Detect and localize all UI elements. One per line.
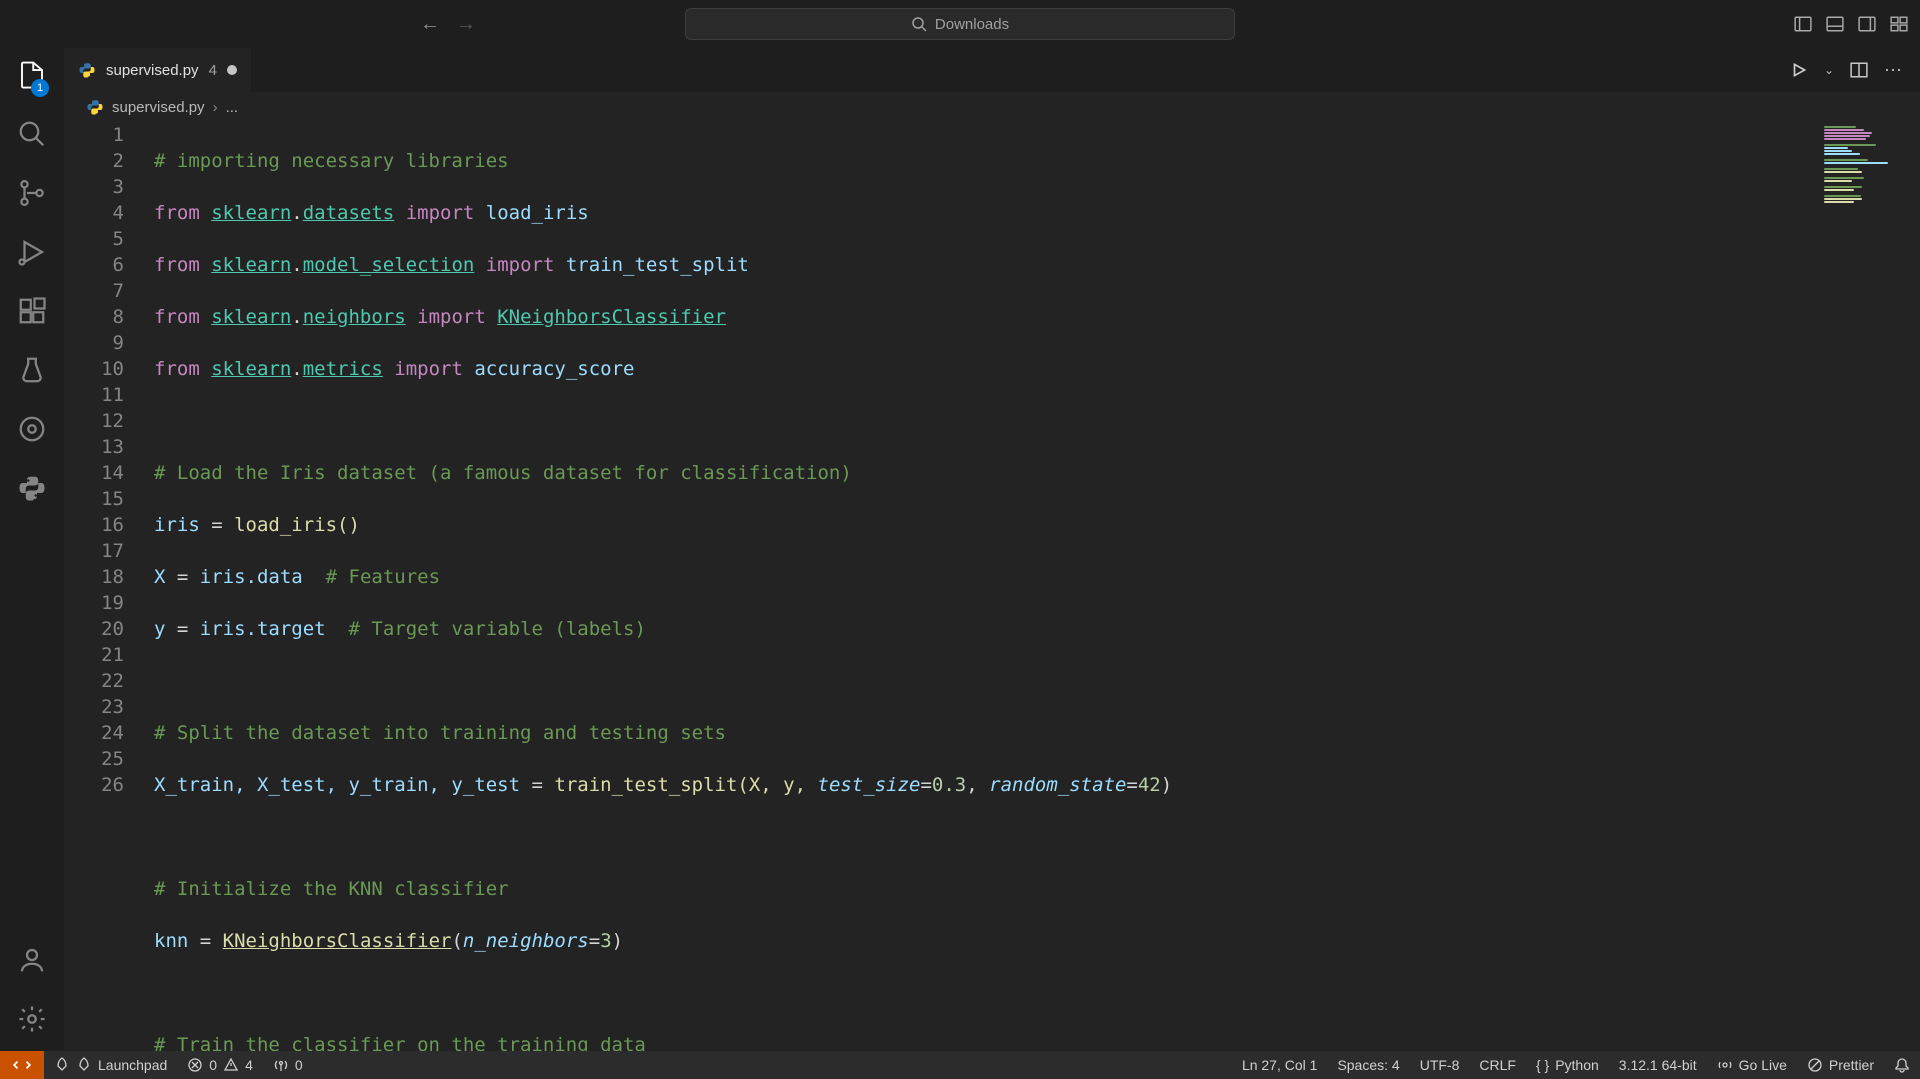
rocket-icon [76,1057,92,1073]
interpreter-button[interactable]: 3.12.1 64-bit [1609,1057,1707,1073]
run-dropdown-icon[interactable]: ⌄ [1824,63,1834,77]
eol-button[interactable]: CRLF [1469,1057,1526,1073]
settings-gear-icon[interactable] [17,1004,47,1039]
command-center-search[interactable]: Downloads [685,8,1235,40]
go-live-button[interactable]: Go Live [1707,1057,1797,1073]
indentation-button[interactable]: Spaces: 4 [1327,1057,1409,1073]
run-debug-icon[interactable] [17,237,47,272]
accounts-icon[interactable] [17,945,47,980]
nav-forward-icon[interactable]: → [456,13,476,36]
python-env-icon[interactable] [17,473,47,508]
remote-indicator-icon[interactable] [0,1051,44,1079]
warning-icon [223,1057,239,1073]
breadcrumb-more: ... [226,99,239,116]
notifications-button[interactable] [1884,1057,1920,1073]
testing-icon[interactable] [17,355,47,390]
rocket-icon [54,1057,70,1073]
breadcrumb-chevron-icon: › [213,99,218,116]
nav-back-icon[interactable]: ← [420,13,440,36]
panel-right-icon[interactable] [1858,15,1876,33]
layout-grid-icon[interactable] [1890,15,1908,33]
gitlens-icon[interactable] [17,414,47,449]
explorer-badge: 1 [31,79,49,97]
split-editor-icon[interactable] [1850,61,1868,79]
tab-supervised[interactable]: supervised.py 4 [64,48,252,92]
braces-icon: { } [1536,1057,1549,1073]
language-mode-button[interactable]: { } Python [1526,1057,1609,1073]
broadcast-icon [1717,1057,1733,1073]
tabs-row: supervised.py 4 ⌄ ⋯ [64,48,1920,92]
panel-bottom-icon[interactable] [1826,15,1844,33]
breadcrumb[interactable]: supervised.py › ... [64,92,1920,122]
problems-button[interactable]: 0 4 [177,1057,263,1073]
breadcrumb-filename: supervised.py [112,99,205,116]
error-icon [187,1057,203,1073]
activity-bar: 1 [0,48,64,1051]
tab-problems-count: 4 [209,62,217,79]
cursor-position[interactable]: Ln 27, Col 1 [1232,1057,1328,1073]
run-icon[interactable] [1790,61,1808,79]
bell-icon [1894,1057,1910,1073]
encoding-button[interactable]: UTF-8 [1410,1057,1470,1073]
title-bar: ← → Downloads [0,0,1920,48]
editor-body[interactable]: 1234567891011121314151617181920212223242… [64,122,1920,1051]
python-file-icon [86,98,104,116]
radio-tower-icon [273,1057,289,1073]
status-bar: Launchpad 0 4 0 Ln 27, Col 1 Spaces: 4 U… [0,1051,1920,1079]
search-icon [911,16,927,32]
launchpad-button[interactable]: Launchpad [44,1057,177,1073]
search-text: Downloads [935,16,1009,33]
python-file-icon [78,61,96,79]
line-gutter: 1234567891011121314151617181920212223242… [64,122,154,1051]
extensions-icon[interactable] [17,296,47,331]
code-content[interactable]: # importing necessary libraries from skl… [154,122,1820,1051]
source-control-icon[interactable] [17,178,47,213]
more-actions-icon[interactable]: ⋯ [1884,60,1902,81]
minimap[interactable] [1820,122,1920,1051]
tab-filename: supervised.py [106,62,199,79]
cancel-icon [1807,1057,1823,1073]
panel-left-icon[interactable] [1794,15,1812,33]
search-sidebar-icon[interactable] [17,119,47,154]
explorer-icon[interactable]: 1 [17,60,47,95]
tab-modified-dot-icon [227,65,237,75]
ports-button[interactable]: 0 [263,1057,313,1073]
prettier-button[interactable]: Prettier [1797,1057,1884,1073]
